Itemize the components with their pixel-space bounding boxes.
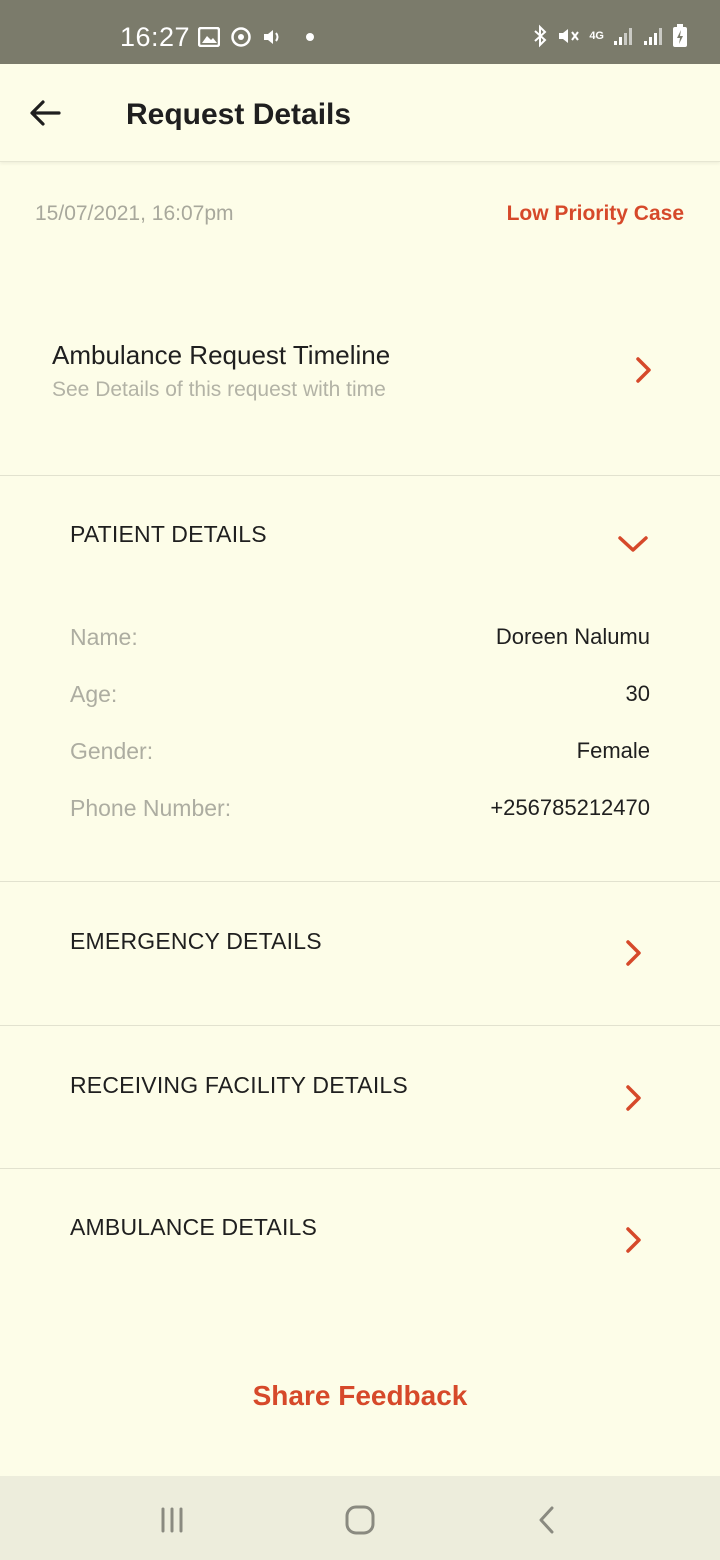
chevron-right-icon bbox=[626, 1227, 641, 1253]
age-value: 30 bbox=[625, 681, 650, 706]
bluetooth-icon bbox=[534, 24, 547, 48]
chevron-right-icon bbox=[636, 357, 651, 383]
signal-icon bbox=[614, 28, 632, 45]
patient-details-header[interactable]: PATIENT DETAILS bbox=[0, 476, 720, 586]
ambulance-details-row[interactable]: AMBULANCE DETAILS bbox=[0, 1169, 720, 1311]
share-feedback-button[interactable]: Share Feedback bbox=[0, 1380, 720, 1412]
section-heading: PATIENT DETAILS bbox=[70, 521, 267, 547]
name-value: Doreen Nalumu bbox=[495, 624, 650, 649]
receiving-facility-details-row[interactable]: RECEIVING FACILITY DETAILS bbox=[0, 1026, 720, 1168]
volume-icon bbox=[264, 30, 279, 44]
age-label: Age: bbox=[70, 681, 118, 707]
app-bar: Request Details bbox=[0, 64, 720, 162]
image-icon bbox=[198, 27, 220, 47]
signal-icon bbox=[644, 28, 662, 45]
timeline-row[interactable]: Ambulance Request Timeline See Details o… bbox=[0, 300, 720, 475]
gender-label: Gender: bbox=[70, 738, 154, 764]
phone-label: Phone Number: bbox=[70, 795, 232, 821]
sync-icon bbox=[231, 27, 251, 47]
back-button[interactable] bbox=[22, 90, 68, 136]
mute-icon bbox=[559, 29, 580, 43]
back-nav-icon bbox=[539, 1506, 554, 1534]
home-button[interactable] bbox=[340, 1500, 380, 1540]
emergency-details-row[interactable]: EMERGENCY DETAILS bbox=[0, 882, 720, 1025]
status-bar: 16:27 4G bbox=[0, 0, 720, 64]
section-heading: EMERGENCY DETAILS bbox=[70, 928, 322, 954]
section-heading: RECEIVING FACILITY DETAILS bbox=[70, 1072, 408, 1098]
request-date: 15/07/2021, 16:07pm bbox=[35, 202, 234, 225]
chevron-right-icon bbox=[626, 940, 641, 966]
network-type-label: 4G bbox=[589, 30, 604, 42]
gender-value: Female bbox=[576, 738, 650, 763]
arrow-left-icon bbox=[30, 100, 61, 126]
priority-badge: Low Priority Case bbox=[506, 202, 684, 225]
dot-icon bbox=[306, 33, 314, 41]
recent-apps-button[interactable] bbox=[152, 1500, 192, 1540]
battery-charging-icon bbox=[673, 24, 687, 47]
timeline-subtitle: See Details of this request with time bbox=[52, 378, 386, 401]
back-nav-button[interactable] bbox=[527, 1500, 567, 1540]
name-label: Name: bbox=[70, 624, 138, 650]
home-icon bbox=[345, 1505, 375, 1535]
page-title: Request Details bbox=[126, 98, 352, 131]
phone-value: +256785212470 bbox=[490, 795, 650, 820]
section-heading: AMBULANCE DETAILS bbox=[70, 1214, 318, 1240]
chevron-right-icon bbox=[626, 1085, 641, 1111]
system-nav-bar bbox=[0, 1476, 720, 1560]
chevron-down-icon bbox=[618, 536, 648, 552]
recent-apps-icon bbox=[161, 1507, 183, 1533]
status-time: 16:27 bbox=[120, 22, 191, 52]
timeline-title: Ambulance Request Timeline bbox=[52, 340, 391, 370]
